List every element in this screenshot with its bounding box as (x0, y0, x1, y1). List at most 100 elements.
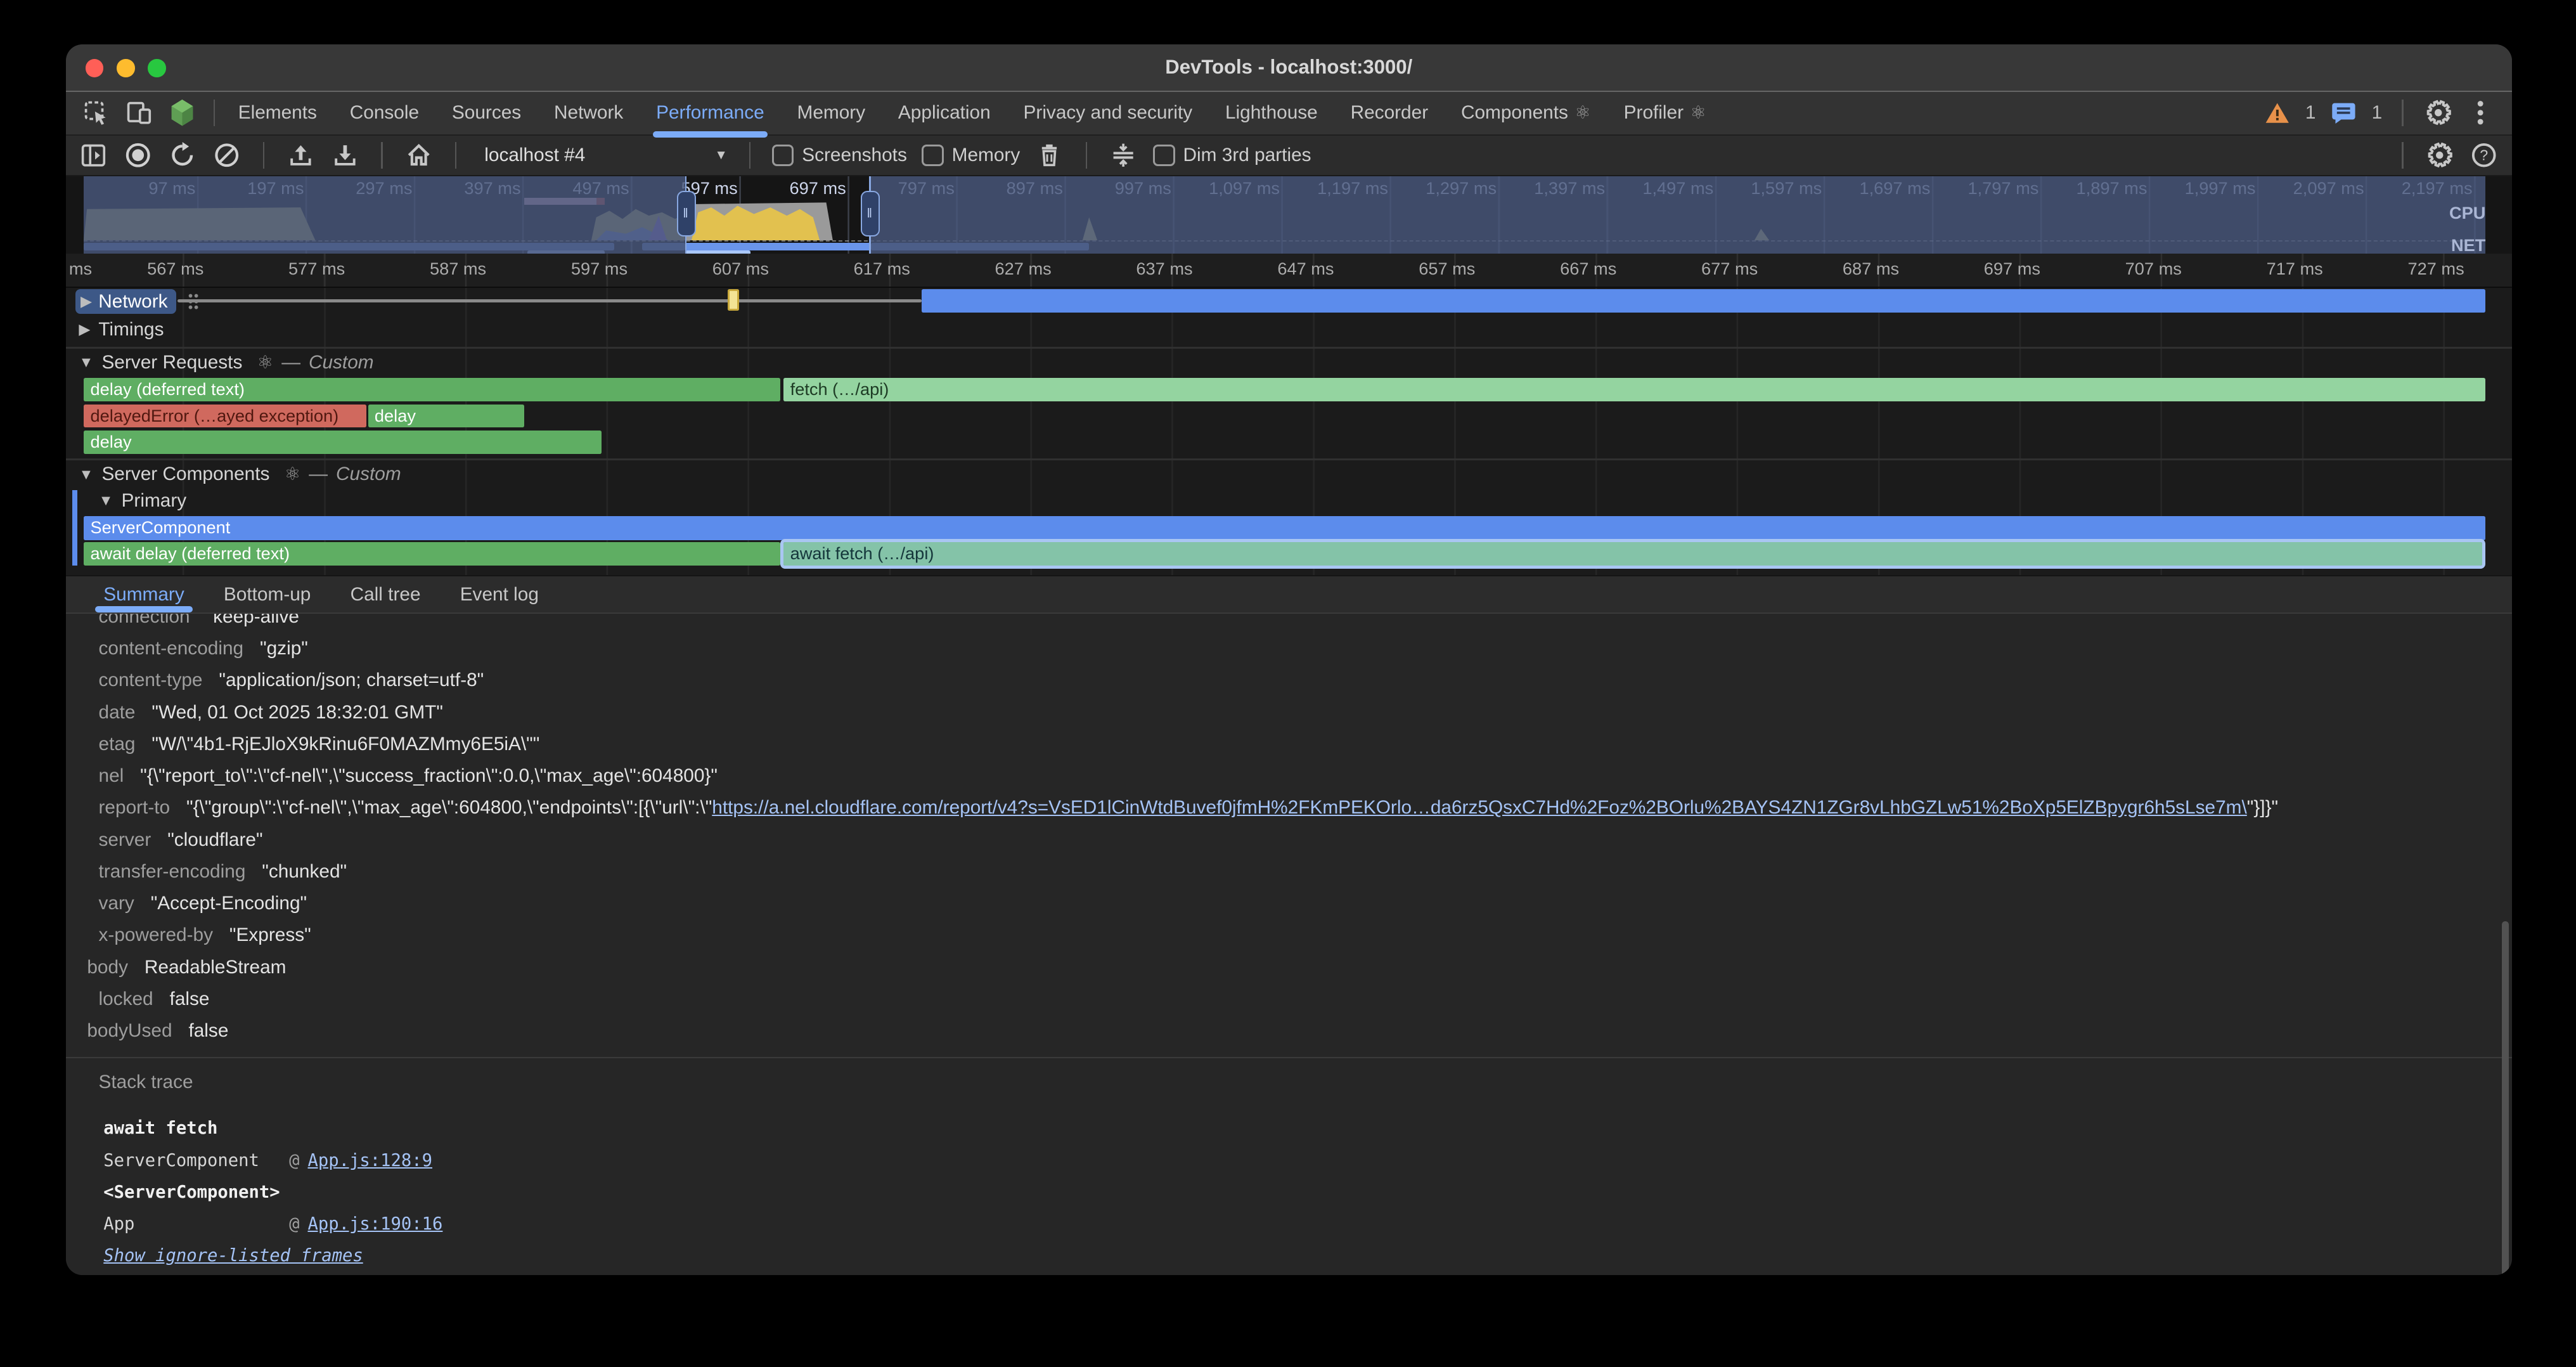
track-server-requests[interactable]: ▼ Server Requests ⚛ — Custom (79, 352, 373, 373)
header-row: etag"W/\"4b1-RjEJloX9kRinu6F0MAZMmy6E5iA… (66, 729, 2512, 760)
selected-track-accent (72, 490, 77, 566)
tab-memory[interactable]: Memory (781, 92, 882, 134)
divider (455, 142, 457, 168)
event-bar[interactable]: delay (368, 405, 524, 427)
tab-event-log[interactable]: Event log (442, 576, 557, 612)
tab-performance[interactable]: Performance (640, 92, 780, 134)
divider (749, 142, 751, 168)
event-bar[interactable]: delayedError (…ayed exception) (84, 405, 366, 427)
property-row: bodyUsedfalse (66, 1015, 2512, 1047)
ruler-label: 697 ms (1926, 259, 2040, 279)
ruler-label: 577 ms (230, 259, 345, 279)
tab-summary[interactable]: Summary (86, 576, 202, 612)
collapse-triangle-icon: ▼ (99, 492, 113, 509)
collapse-sampling-icon[interactable] (1109, 141, 1138, 171)
tab-console[interactable]: Console (333, 92, 435, 134)
download-profile-icon[interactable] (330, 141, 360, 171)
event-bar[interactable]: ServerComponent (84, 516, 2485, 540)
collapse-triangle-icon: ▼ (79, 354, 93, 371)
divider (2402, 100, 2404, 126)
tab-elements[interactable]: Elements (222, 92, 333, 134)
record-icon[interactable] (123, 141, 153, 171)
network-request-short[interactable] (728, 289, 739, 311)
track-network[interactable]: ▶Network (75, 289, 199, 314)
selection-handle-left[interactable]: ‖ (685, 176, 687, 254)
dim-3rd-parties-checkbox[interactable]: Dim 3rd parties (1153, 145, 1311, 167)
tab-privacy-security[interactable]: Privacy and security (1007, 92, 1209, 134)
tab-bottom-up[interactable]: Bottom-up (205, 576, 328, 612)
title-bar: DevTools - localhost:3000/ (66, 44, 2512, 92)
network-request-bar[interactable] (922, 289, 2485, 312)
upload-profile-icon[interactable] (286, 141, 316, 171)
drag-grip-icon[interactable] (188, 293, 199, 311)
more-options-icon[interactable] (2466, 98, 2496, 128)
ruler-label: 597 ms (513, 259, 628, 279)
source-link[interactable]: App.js:190:16 (307, 1214, 442, 1234)
tab-lighthouse[interactable]: Lighthouse (1209, 92, 1334, 134)
stack-entry: <ServerComponent> (99, 1176, 2512, 1208)
tab-profiler[interactable]: Profiler⚛ (1607, 92, 1723, 134)
details-tabbar: Summary Bottom-up Call tree Event log (66, 575, 2512, 614)
memory-checkbox[interactable]: Memory (922, 145, 1020, 167)
clear-icon[interactable] (212, 141, 242, 171)
header-row: transfer-encoding"chunked" (66, 856, 2512, 888)
ruler-label: 657 ms (1360, 259, 1475, 279)
event-bar[interactable]: delay (deferred text) (84, 378, 780, 401)
warning-count: 1 (2305, 102, 2316, 124)
traffic-lights (86, 59, 166, 77)
selection-handle-right[interactable]: ‖ (869, 176, 871, 254)
history-select[interactable]: localhost #4 ▼ (478, 145, 728, 166)
header-row-report-to: report-to "{\"group\":\"cf-nel\",\"max_a… (66, 792, 2512, 824)
report-endpoint-link[interactable]: https://a.nel.cloudflare.com/report/v4?s… (712, 797, 2246, 819)
summary-scroll: connection"keep-alive" content-encoding"… (66, 614, 2512, 1047)
device-toolbar-icon[interactable] (125, 98, 155, 128)
home-icon[interactable] (404, 141, 434, 171)
minimize-window-button[interactable] (117, 59, 135, 77)
tab-network[interactable]: Network (538, 92, 640, 134)
show-ignore-listed-frames-link[interactable]: Show ignore-listed frames (103, 1246, 363, 1266)
tab-call-tree[interactable]: Call tree (332, 576, 439, 612)
track-group-primary[interactable]: ▼ Primary (99, 490, 187, 512)
event-bar[interactable]: await delay (deferred text) (84, 542, 780, 565)
tab-sources[interactable]: Sources (435, 92, 538, 134)
issues-icon[interactable] (2329, 98, 2359, 128)
devtools-window: DevTools - localhost:3000/ Elements Cons… (66, 44, 2512, 1275)
scrollbar-thumb[interactable] (2502, 921, 2508, 1275)
divider (381, 142, 383, 168)
source-link[interactable]: App.js:128:9 (307, 1151, 432, 1170)
inspect-element-icon[interactable] (82, 98, 112, 128)
property-row: bodyReadableStream (66, 952, 2512, 983)
main-ruler: ms567 ms577 ms587 ms597 ms607 ms617 ms62… (66, 254, 2512, 288)
overview-dim-left (84, 176, 685, 254)
timeline-overview[interactable]: 97 ms197 ms297 ms397 ms497 ms597 ms697 m… (66, 176, 2512, 254)
event-bar[interactable]: delay (84, 431, 601, 453)
summary-pane[interactable]: connection"keep-alive" content-encoding"… (66, 614, 2512, 1275)
flame-chart-tracks[interactable]: ▶Network ▶Timings ▼ Server Requests ⚛ — … (66, 288, 2512, 576)
screenshots-checkbox[interactable]: Screenshots (772, 145, 907, 167)
event-bar[interactable]: fetch (…/api) (783, 378, 2485, 401)
react-icon: ⚛ (1575, 102, 1591, 124)
track-timings[interactable]: ▶Timings (79, 319, 164, 340)
track-server-components[interactable]: ▼ Server Components ⚛ — Custom (79, 463, 401, 485)
tab-components[interactable]: Components⚛ (1445, 92, 1607, 134)
warnings-icon[interactable] (2263, 98, 2293, 128)
panel-settings-gear-icon[interactable] (2425, 141, 2455, 171)
settings-gear-icon[interactable] (2423, 98, 2453, 128)
garbage-collect-icon[interactable] (1035, 141, 1065, 171)
stack-frame: Show ignore-listed frames (99, 1240, 2512, 1272)
collapse-triangle-icon: ▼ (79, 466, 93, 483)
record-reload-icon[interactable] (167, 141, 197, 171)
toggle-sidebar-icon[interactable] (79, 141, 108, 171)
header-row: x-powered-by"Express" (66, 919, 2512, 951)
tab-recorder[interactable]: Recorder (1334, 92, 1445, 134)
close-window-button[interactable] (86, 59, 104, 77)
tab-application[interactable]: Application (882, 92, 1007, 134)
help-icon[interactable]: ? (2469, 141, 2499, 171)
network-lane-line (177, 299, 922, 302)
header-row: vary"Accept-Encoding" (66, 888, 2512, 919)
extension-gem-icon[interactable] (167, 98, 197, 128)
header-row: content-encoding"gzip" (66, 633, 2512, 664)
zoom-window-button[interactable] (148, 59, 166, 77)
event-bar-selected[interactable]: await fetch (…/api) (783, 542, 2482, 565)
performance-toolbar: localhost #4 ▼ Screenshots Memory Dim 3r… (66, 136, 2512, 176)
